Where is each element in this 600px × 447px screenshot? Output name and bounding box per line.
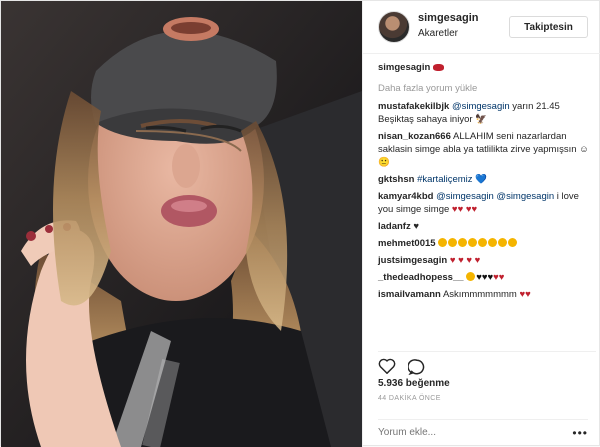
comment-item: _thedeadhopess__ ♥♥♥♥♥	[378, 271, 596, 284]
comment-text: Askımmmmmmm	[442, 289, 517, 300]
comment-item: kamyar4kbd @simgesagin @simgesagin i lov…	[378, 190, 596, 216]
comment-username[interactable]: ismailvamann	[378, 289, 441, 300]
more-options-icon[interactable]: •••	[572, 426, 588, 440]
comment-username[interactable]: ladanfz	[378, 221, 411, 232]
comment-username[interactable]: mustafakekilbjk	[378, 101, 449, 112]
comment-item: ismailvamann Askımmmmmmm ♥♥	[378, 288, 596, 301]
comment-item: ladanfz ♥	[378, 220, 596, 233]
comment-bubble-icon[interactable]	[407, 358, 428, 378]
comment-item: nisan_kozan666 ALLAHIM seni nazarlardan …	[378, 130, 596, 169]
comment-item: gktshsn #kartaliçemiz 💙	[378, 173, 596, 186]
hearts-emoji-icon: ♥ ♥ ♥ ♥	[449, 255, 481, 266]
add-comment-box: •••	[378, 419, 588, 445]
post-photo[interactable]	[1, 1, 362, 447]
comment-username[interactable]: kamyar4kbd	[378, 191, 433, 202]
caption-username[interactable]: simgesagin	[378, 62, 430, 73]
hearts-emoji-icon: ♥♥	[519, 289, 531, 300]
following-button[interactable]: Takiptesin	[509, 16, 588, 38]
comment-input[interactable]	[378, 420, 578, 445]
post-timestamp: 44 DAKİKA ÖNCE	[378, 395, 441, 402]
action-bar	[378, 351, 596, 376]
comment-username[interactable]: gktshsn	[378, 174, 414, 185]
lips-emoji-icon	[432, 64, 444, 71]
comment-text: ♥	[413, 221, 420, 232]
avatar[interactable]	[378, 11, 410, 43]
post-header: simgesagin Akaretler Takiptesin	[363, 1, 600, 54]
comment-username[interactable]: mehmet0015	[378, 238, 436, 249]
comment-username[interactable]: justsimgesagin	[378, 255, 447, 266]
hearts-emoji-icon: ♥♥ ♥♥	[451, 204, 478, 215]
comment-text: 💙	[475, 174, 487, 185]
comment-username[interactable]: nisan_kozan666	[378, 131, 451, 142]
caption: simgesagin	[378, 61, 596, 74]
comment-item: mustafakekilbjk @simgesagin yarın 21.45 …	[378, 100, 596, 126]
load-more-comments[interactable]: Daha fazla yorum yükle	[378, 83, 596, 94]
smiley-emoji-icon	[438, 238, 518, 249]
instagram-post: simgesagin Akaretler Takiptesin simgesag…	[0, 0, 600, 447]
comment-hashtag[interactable]: #kartaliçemiz	[417, 174, 472, 185]
post-location[interactable]: Akaretler	[418, 28, 458, 39]
likes-count[interactable]: 5.936 beğenme	[378, 378, 450, 389]
heart-icon[interactable]	[378, 358, 398, 378]
post-username[interactable]: simgesagin	[418, 12, 479, 24]
comment-mention[interactable]: @simgesagin @simgesagin	[436, 191, 554, 202]
post-sidebar: simgesagin Akaretler Takiptesin simgesag…	[362, 1, 600, 447]
comment-mention[interactable]: @simgesagin	[452, 101, 510, 112]
comment-item: justsimgesagin ♥ ♥ ♥ ♥	[378, 254, 596, 267]
comment-username[interactable]: _thedeadhopess__	[378, 272, 464, 283]
mixed-emoji-icon: ♥♥♥♥♥	[466, 272, 504, 283]
comments-list: simgesagin Daha fazla yorum yükle mustaf…	[378, 61, 596, 305]
comment-item: mehmet0015	[378, 237, 596, 250]
selfie-image	[1, 1, 362, 447]
